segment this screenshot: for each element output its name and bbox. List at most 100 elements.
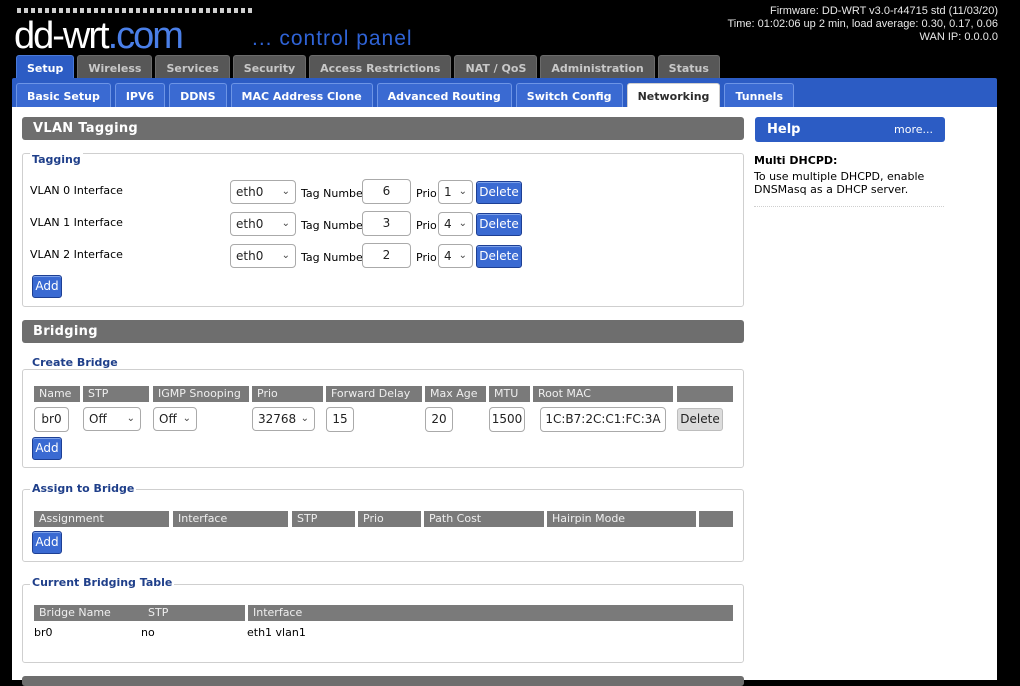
col-hairpin-mode: Hairpin Mode (547, 511, 696, 527)
subtab-advanced-routing[interactable]: Advanced Routing (376, 83, 512, 108)
bridge-table-name: br0 (34, 626, 53, 639)
col-assignment: Assignment (34, 511, 169, 527)
vlan1-interface-select[interactable]: eth0 ⌄ (230, 212, 296, 236)
tab-administration[interactable]: Administration (540, 55, 655, 79)
chevron-down-icon: ⌄ (300, 413, 309, 424)
subtab-basic-setup[interactable]: Basic Setup (16, 83, 111, 108)
vlan2-tag-input[interactable]: 2 (362, 243, 411, 268)
help-text: To use multiple DHCPD, enable DNSMasq as… (754, 170, 925, 196)
vlan-add-button[interactable]: Add (32, 275, 62, 298)
help-panel-header: Help more... (755, 117, 945, 142)
vlan2-interface-select[interactable]: eth0 ⌄ (230, 244, 296, 268)
tab-services[interactable]: Services (155, 55, 230, 79)
chevron-down-icon: ⌄ (281, 186, 290, 197)
tab-access-restrictions[interactable]: Access Restrictions (309, 55, 452, 79)
vlan2-label: VLAN 2 Interface (30, 248, 123, 261)
subtab-switch-config[interactable]: Switch Config (515, 83, 623, 108)
uptime: Time: 01:02:06 up 2 min, load average: 0… (727, 18, 999, 30)
vlan1-tag-label: Tag Number (301, 219, 368, 232)
col-interface: Interface (173, 511, 288, 527)
vlan2-delete-button[interactable]: Delete (476, 245, 522, 268)
col-stp: STP (292, 511, 355, 527)
vlan0-interface-select[interactable]: eth0 ⌄ (230, 180, 296, 204)
vlan0-label: VLAN 0 Interface (30, 184, 123, 197)
sub-tabs: Basic Setup IPV6 DDNS MAC Address Clone … (16, 83, 795, 108)
bridge-name-input[interactable]: br0 (34, 407, 69, 432)
help-title: Help (767, 122, 801, 137)
bridge-prio-select[interactable]: 32768 ⌄ (252, 407, 315, 431)
col-stp: STP (83, 386, 149, 402)
subtab-tunnels[interactable]: Tunnels (724, 83, 795, 108)
vlan0-delete-button[interactable]: Delete (476, 181, 522, 204)
col-action (699, 511, 733, 527)
help-divider (754, 206, 944, 207)
create-bridge-legend: Create Bridge (30, 356, 120, 369)
current-bridging-legend: Current Bridging Table (30, 576, 175, 589)
chevron-down-icon: ⌄ (182, 413, 191, 424)
col-interface: Interface (248, 605, 733, 621)
vlan1-delete-button[interactable]: Delete (476, 213, 522, 236)
bridge-table-interface: eth1 vlan1 (247, 626, 306, 639)
subtab-ipv6[interactable]: IPV6 (114, 83, 166, 108)
subtab-mac-address-clone[interactable]: MAC Address Clone (230, 83, 373, 108)
vlan1-prio-select[interactable]: 4 ⌄ (438, 212, 473, 236)
assign-add-button[interactable]: Add (32, 531, 62, 554)
vlan0-prio-label: Prio (416, 187, 437, 200)
tab-nat-qos[interactable]: NAT / QoS (454, 55, 538, 79)
bridge-add-button[interactable]: Add (32, 437, 62, 460)
col-action (677, 386, 733, 402)
col-prio: Prio (252, 386, 323, 402)
vlan1-label: VLAN 1 Interface (30, 216, 123, 229)
vlan1-tag-input[interactable]: 3 (362, 211, 411, 236)
vlan1-prio-label: Prio (416, 219, 437, 232)
bridge-delete-button[interactable]: Delete (677, 408, 723, 431)
vlan2-prio-select[interactable]: 4 ⌄ (438, 244, 473, 268)
section-vlan-tagging: VLAN Tagging (22, 117, 744, 140)
help-heading: Multi DHCPD: (754, 154, 838, 167)
bridge-root-mac-input[interactable]: 1C:B7:2C:C1:FC:3A (540, 407, 666, 432)
current-bridging-fieldset (22, 584, 744, 663)
col-bridge-name: Bridge Name (34, 605, 144, 621)
help-more-link[interactable]: more... (894, 117, 933, 143)
vlan2-prio-label: Prio (416, 251, 437, 264)
bridge-stp-select[interactable]: Off ⌄ (83, 407, 141, 431)
section-next-partial (22, 676, 744, 686)
col-stp: STP (143, 605, 245, 621)
assign-bridge-legend: Assign to Bridge (30, 482, 137, 495)
vlan0-tag-input[interactable]: 6 (362, 179, 411, 204)
section-bridging: Bridging (22, 320, 744, 343)
chevron-down-icon: ⌄ (281, 250, 290, 261)
chevron-down-icon: ⌄ (458, 250, 467, 261)
tab-status[interactable]: Status (657, 55, 720, 79)
col-path-cost: Path Cost (424, 511, 544, 527)
content-panel: VLAN Tagging Tagging VLAN 0 Interface et… (12, 107, 997, 686)
col-max-age: Max Age (425, 386, 486, 402)
router-info: Firmware: DD-WRT v3.0-r44715 std (11/03/… (728, 5, 999, 44)
chevron-down-icon: ⌄ (126, 413, 135, 424)
vlan0-tag-label: Tag Number (301, 187, 368, 200)
wan-ip: WAN IP: 0.0.0.0 (919, 31, 998, 43)
vlan0-prio-select[interactable]: 1 ⌄ (438, 180, 473, 204)
col-name: Name (34, 386, 80, 402)
col-root-mac: Root MAC (533, 386, 673, 402)
col-prio: Prio (358, 511, 421, 527)
control-panel-subtitle: ... control panel (252, 27, 413, 50)
bridge-max-age-input[interactable]: 20 (425, 407, 453, 432)
bridge-mtu-input[interactable]: 1500 (489, 407, 525, 432)
col-igmp-snooping: IGMP Snooping (153, 386, 249, 402)
chevron-down-icon: ⌄ (281, 218, 290, 229)
bridge-table-stp: no (141, 626, 155, 639)
bridge-igmp-select[interactable]: Off ⌄ (153, 407, 197, 431)
bridge-forward-delay-input[interactable]: 15 (326, 407, 354, 432)
tagging-legend: Tagging (30, 153, 83, 166)
col-mtu: MTU (489, 386, 530, 402)
subtab-networking[interactable]: Networking (626, 83, 721, 108)
vlan2-tag-label: Tag Number (301, 251, 368, 264)
logo-bars (17, 8, 252, 13)
firmware-version: Firmware: DD-WRT v3.0-r44715 std (11/03/… (769, 5, 998, 17)
tab-security[interactable]: Security (232, 55, 307, 79)
logo-text: dd-wrt.com (14, 15, 184, 57)
tab-wireless[interactable]: Wireless (77, 55, 153, 79)
subtab-ddns[interactable]: DDNS (169, 83, 227, 108)
chevron-down-icon: ⌄ (458, 186, 467, 197)
